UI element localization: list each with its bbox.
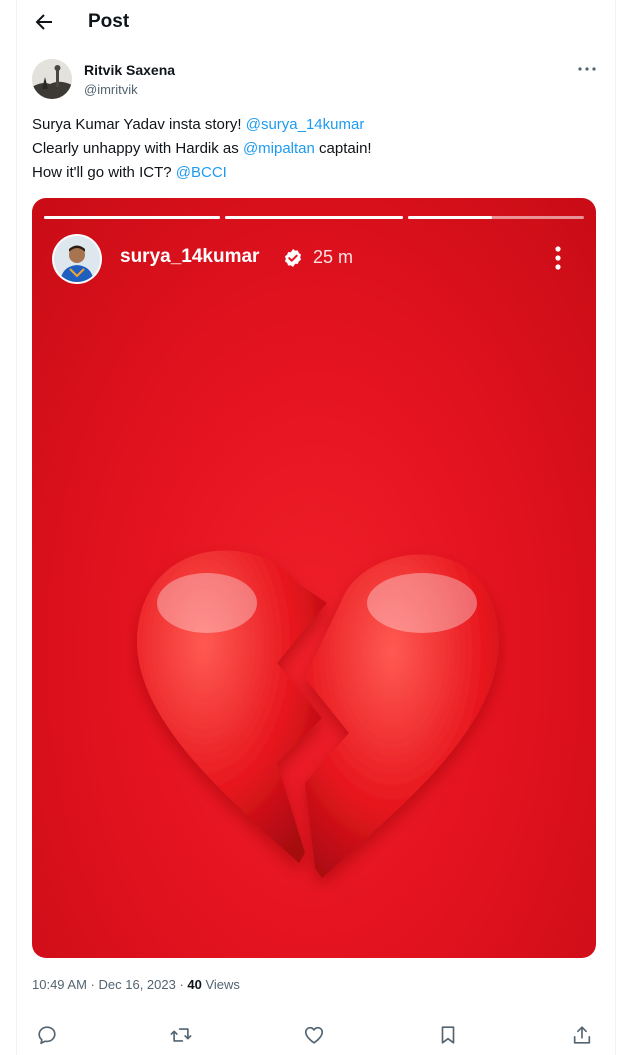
back-button[interactable] xyxy=(32,10,56,34)
more-options-button[interactable] xyxy=(576,60,598,78)
post-media-image[interactable]: surya_14kumar 25 m xyxy=(32,198,596,958)
story-progress-bar xyxy=(408,216,584,219)
reply-icon xyxy=(38,1026,56,1045)
story-avatar xyxy=(52,234,102,284)
views-label: Views xyxy=(201,977,240,992)
story-progress-fill xyxy=(225,216,403,219)
tweet-text-segment: captain! xyxy=(314,140,372,157)
post-header: Post xyxy=(16,0,614,44)
mention-mipaltan[interactable]: @mipaltan xyxy=(243,140,315,157)
share-button[interactable] xyxy=(571,1024,593,1046)
story-timestamp: 25 m xyxy=(313,247,354,267)
views-count: 40 xyxy=(187,977,202,992)
bookmark-icon xyxy=(441,1026,455,1044)
tweet-text-segment: Surya Kumar Yadav insta story! xyxy=(32,116,246,133)
meta-separator: · xyxy=(175,977,188,992)
post-date[interactable]: Dec 16, 2023 xyxy=(99,977,176,992)
meta-separator: · xyxy=(86,977,99,992)
page-title: Post xyxy=(88,11,130,32)
story-username: surya_14kumar xyxy=(120,246,260,267)
story-progress-bar xyxy=(225,216,403,219)
tweet-line: How it'll go with ICT? @BCCI xyxy=(32,161,372,185)
like-icon xyxy=(304,1026,324,1044)
like-button[interactable] xyxy=(303,1024,325,1046)
verified-badge-icon xyxy=(285,249,301,267)
tweet-line: Surya Kumar Yadav insta story! @surya_14… xyxy=(32,113,372,137)
broken-heart-icon xyxy=(136,550,500,878)
reply-button[interactable] xyxy=(36,1024,58,1046)
author-handle[interactable]: @imritvik xyxy=(84,82,138,97)
tweet-text-segment: Clearly unhappy with Hardik as xyxy=(32,140,243,157)
tweet-text: Surya Kumar Yadav insta story! @surya_14… xyxy=(32,113,372,185)
story-progress-fill xyxy=(44,216,220,219)
repost-icon xyxy=(170,1028,192,1042)
author-avatar[interactable] xyxy=(32,59,72,99)
bookmark-button[interactable] xyxy=(437,1024,459,1046)
post-meta: 10:49 AM · Dec 16, 2023 · 40 Views xyxy=(32,977,240,992)
more-vertical-icon xyxy=(555,246,561,270)
story-progress-fill xyxy=(408,216,493,219)
mention-bcci[interactable]: @BCCI xyxy=(176,164,227,181)
story-progress-bar xyxy=(44,216,220,219)
arrow-left-icon xyxy=(35,14,52,30)
share-icon xyxy=(573,1026,591,1044)
author-name[interactable]: Ritvik Saxena xyxy=(84,62,175,78)
tweet-line: Clearly unhappy with Hardik as @mipaltan… xyxy=(32,137,372,161)
tweet-text-segment: How it'll go with ICT? xyxy=(32,164,176,181)
repost-button[interactable] xyxy=(170,1024,192,1046)
more-horizontal-icon xyxy=(578,67,596,71)
post-time[interactable]: 10:49 AM xyxy=(32,977,87,992)
mention-surya[interactable]: @surya_14kumar xyxy=(246,116,365,133)
